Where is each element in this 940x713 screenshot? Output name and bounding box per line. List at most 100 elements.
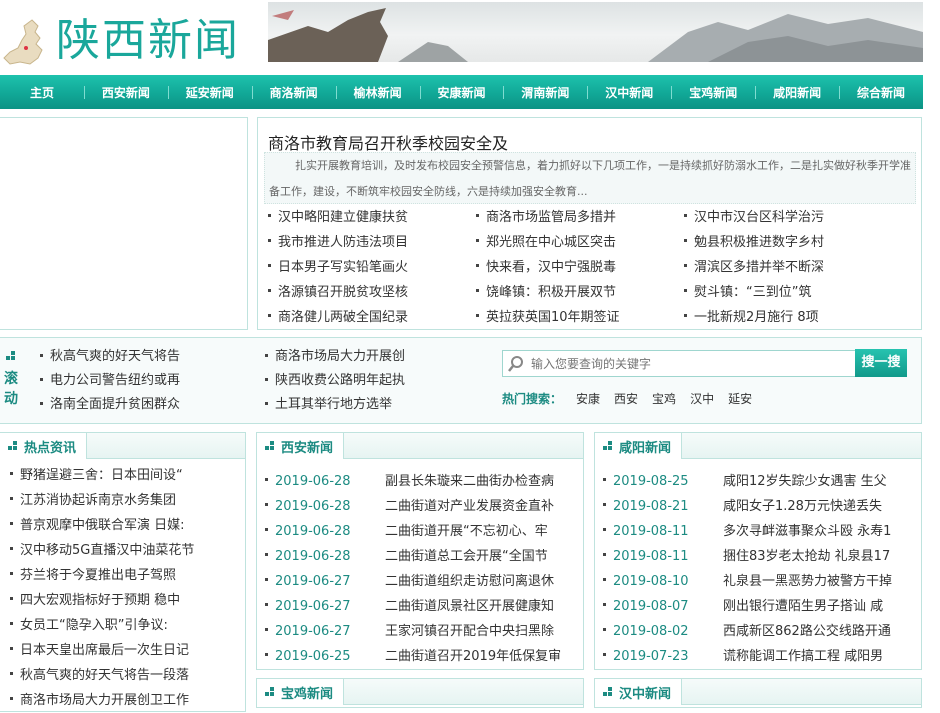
section-icon [8, 441, 18, 451]
list-item[interactable]: 洛南全面提升贫困群众 [40, 393, 240, 417]
shaanxi-map-icon [3, 19, 43, 65]
section-header: 宝鸡新闻 [257, 679, 583, 705]
top-news-col2: 商洛市场监管局多措并 郑光照在中心城区突击 快来看，汉中宁强脱毒 饶峰镇：积极开… [476, 205, 676, 330]
xianyang-news-panel: 咸阳新闻 2019-08-25 咸阳12岁失踪少女遇害 生父 2019-08-21… [594, 432, 922, 670]
list-item[interactable]: 2019-06-27 二曲街道组织走访慰问离退休 [265, 569, 583, 594]
list-item[interactable]: 商洛市场监管局多措并 [476, 205, 676, 230]
list-item[interactable]: 芬兰将于今夏推出电子驾照 [10, 563, 245, 588]
list-item[interactable]: 汉中市汉台区科学治污 [684, 205, 884, 230]
list-item[interactable]: 土耳其举行地方选举 [265, 393, 465, 417]
top-news-col1: 汉中略阳建立健康扶贫 我市推进人防违法项目 日本男子写实铅笔画火 洛源镇召开脱贫… [268, 205, 468, 330]
hot-search: 热门搜索： 安康 西安 宝鸡 汉中 延安 [502, 390, 752, 407]
section-title[interactable]: 西安新闻 [281, 437, 333, 456]
section-icon [603, 441, 613, 451]
list-item[interactable]: 江苏消协起诉南京水务集团 [10, 488, 245, 513]
list-item[interactable]: 汉中略阳建立健康扶贫 [268, 205, 468, 230]
list-item[interactable]: 熨斗镇：“三到位”筑 [684, 280, 884, 305]
list-item[interactable]: 2019-08-10 礼泉县一黑恶势力被警方干掉 [603, 569, 921, 594]
nav-xianyang[interactable]: 咸阳新闻 [755, 84, 839, 101]
list-item[interactable]: 2019-08-11 捆住83岁老太抢劫 礼泉县17 [603, 544, 921, 569]
section-title[interactable]: 热点资讯 [24, 437, 76, 456]
list-item[interactable]: 商洛健儿两破全国纪录 [268, 305, 468, 330]
list-item[interactable]: 2019-08-25 咸阳12岁失踪少女遇害 生父 [603, 469, 921, 494]
list-item[interactable]: 2019-06-27 二曲街道凤景社区开展健康知 [265, 594, 583, 619]
list-item[interactable]: 一批新规2月施行 8项 [684, 305, 884, 330]
list-item[interactable]: 英拉获英国10年期签证 [476, 305, 676, 330]
list-item[interactable]: 2019-06-28 二曲街道开展“不忘初心、牢 [265, 519, 583, 544]
list-item[interactable]: 日本天皇出席最后一次生日记 [10, 638, 245, 663]
list-item[interactable]: 勉县积极推进数字乡村 [684, 230, 884, 255]
list-item[interactable]: 快来看，汉中宁强脱毒 [476, 255, 676, 280]
list-item[interactable]: 女员工“隐孕入职”引争议: [10, 613, 245, 638]
list-item[interactable]: 野猪逞避三舍：日本田间设“ [10, 463, 245, 488]
nav-yulin[interactable]: 榆林新闻 [335, 84, 420, 101]
xianyang-news-list: 2019-08-25 咸阳12岁失踪少女遇害 生父 2019-08-21 咸阳女子1… [595, 459, 921, 669]
hanzhong-news-panel: 汉中新闻 [594, 678, 922, 708]
list-item[interactable]: 商洛市场局大力开展创 [265, 345, 465, 369]
hot-keyword[interactable]: 延安 [728, 390, 752, 407]
headline-title[interactable]: 商洛市教育局召开秋季校园安全及 [268, 130, 508, 154]
hot-news-list: 野猪逞避三舍：日本田间设“ 江苏消协起诉南京水务集团 普京观摩中俄联合军演 日媒… [0, 459, 245, 713]
search-input[interactable] [531, 354, 851, 374]
headline-summary: 扎实开展教育培训，及时发布校园安全预警信息，着力抓好以下几项工作，一是持续抓好防… [264, 152, 916, 204]
list-item[interactable]: 我市推进人防违法项目 [268, 230, 468, 255]
hot-keyword[interactable]: 宝鸡 [652, 390, 676, 407]
section-header: 咸阳新闻 [595, 433, 921, 459]
list-item[interactable]: 洛源镇召开脱贫攻坚核 [268, 280, 468, 305]
section-title[interactable]: 宝鸡新闻 [281, 683, 333, 702]
nav-shangluo[interactable]: 商洛新闻 [251, 84, 336, 101]
list-item[interactable]: 郑光照在中心城区突击 [476, 230, 676, 255]
section-icon [603, 687, 613, 697]
list-item[interactable]: 2019-08-11 多次寻衅滋事聚众斗殴 永寿1 [603, 519, 921, 544]
site-logo[interactable]: 陕西新闻 [56, 4, 240, 68]
list-item[interactable]: 2019-08-02 西咸新区862路公交线路开通 [603, 619, 921, 644]
nav-hanzhong[interactable]: 汉中新闻 [587, 84, 671, 101]
list-item[interactable]: 渭滨区多措并举不断深 [684, 255, 884, 280]
section-header: 汉中新闻 [595, 679, 921, 705]
section-header: 西安新闻 [257, 433, 583, 459]
nav-weinan[interactable]: 渭南新闻 [503, 84, 587, 101]
list-item[interactable]: 陕西收费公路明年起执 [265, 369, 465, 393]
banner-image [268, 2, 923, 62]
list-item[interactable]: 秋高气爽的好天气将告一段落 [10, 663, 245, 688]
nav-yanan[interactable]: 延安新闻 [167, 84, 252, 101]
hot-keyword[interactable]: 西安 [614, 390, 638, 407]
list-item[interactable]: 普京观摩中俄联合军演 日媒: [10, 513, 245, 538]
list-item[interactable]: 汉中移动5G直播汉中油菜花节 [10, 538, 245, 563]
search-button[interactable]: 搜一搜 [855, 349, 907, 377]
section-title[interactable]: 咸阳新闻 [619, 437, 671, 456]
xian-news-panel: 西安新闻 2019-06-28 副县长朱璇来二曲街办检查病 2019-06-28 二… [256, 432, 584, 670]
list-item[interactable]: 2019-08-07 刚出银行遭陌生男子搭讪 咸 [603, 594, 921, 619]
hot-keyword[interactable]: 安康 [576, 390, 600, 407]
nav-xian[interactable]: 西安新闻 [83, 84, 168, 101]
list-item[interactable]: 2019-08-21 咸阳女子1.28万元快递丢失 [603, 494, 921, 519]
scroll-col1: 秋高气爽的好天气将告 电力公司警告纽约或再 洛南全面提升贫困群众 [40, 345, 240, 417]
section-header: 热点资讯 [0, 433, 245, 459]
nav-home[interactable]: 主页 [0, 84, 84, 101]
scroll-col2: 商洛市场局大力开展创 陕西收费公路明年起执 土耳其举行地方选举 [265, 345, 465, 417]
nav-baoji[interactable]: 宝鸡新闻 [671, 84, 755, 101]
list-item[interactable]: 2019-07-23 谎称能调工作搞工程 咸阳男 [603, 644, 921, 669]
list-item[interactable]: 电力公司警告纽约或再 [40, 369, 240, 393]
nav-general[interactable]: 综合新闻 [839, 84, 923, 101]
list-item[interactable]: 四大宏观指标好于预期 稳中 [10, 588, 245, 613]
nav-ankang[interactable]: 安康新闻 [419, 84, 504, 101]
section-icon [265, 687, 275, 697]
list-item[interactable]: 2019-06-25 二曲街道召开2019年低保复审 [265, 644, 583, 669]
scroll-label: 滚动 [0, 343, 22, 415]
list-item[interactable]: 秋高气爽的好天气将告 [40, 345, 240, 369]
section-title[interactable]: 汉中新闻 [619, 683, 671, 702]
list-item[interactable]: 2019-06-28 副县长朱璇来二曲街办检查病 [265, 469, 583, 494]
hot-keyword[interactable]: 汉中 [690, 390, 714, 407]
list-item[interactable]: 2019-06-27 王家河镇召开配合中央扫黑除 [265, 619, 583, 644]
list-item[interactable]: 商洛市场局大力开展创卫工作 [10, 688, 245, 713]
image-slideshow[interactable] [0, 117, 248, 330]
main-nav: 主页 西安新闻 延安新闻 商洛新闻 榆林新闻 安康新闻 渭南新闻 汉中新闻 宝鸡… [0, 75, 923, 109]
list-item[interactable]: 日本男子写实铅笔画火 [268, 255, 468, 280]
section-icon [265, 441, 275, 451]
list-item[interactable]: 2019-06-28 二曲街道总工会开展“全国节 [265, 544, 583, 569]
xian-news-list: 2019-06-28 副县长朱璇来二曲街办检查病 2019-06-28 二曲街道对产… [257, 459, 583, 669]
list-item[interactable]: 饶峰镇：积极开展双节 [476, 280, 676, 305]
list-item[interactable]: 2019-06-28 二曲街道对产业发展资金直补 [265, 494, 583, 519]
search-box [502, 350, 856, 377]
